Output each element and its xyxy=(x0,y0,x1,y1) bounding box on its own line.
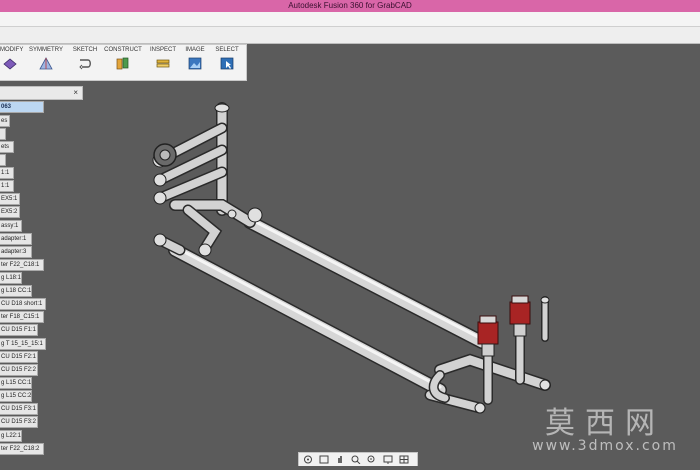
tree-item[interactable]: ter F22_C18:1 xyxy=(0,259,44,271)
toolbar-sketch[interactable]: SKETCH xyxy=(70,47,100,78)
toolbar-symmetry-label: SYMMETRY xyxy=(29,47,63,53)
toolbar-image[interactable]: IMAGE xyxy=(182,47,208,78)
close-icon[interactable]: × xyxy=(73,87,78,99)
tree-item[interactable]: 1:1 xyxy=(0,167,14,179)
tree-item[interactable] xyxy=(0,128,6,140)
browser-panel-header: × xyxy=(0,86,83,100)
tree-item[interactable]: CU D15 F2:1 xyxy=(0,351,38,363)
toolbar-sketch-label: SKETCH xyxy=(72,47,98,53)
zoom-icon[interactable] xyxy=(351,455,361,464)
ribbon-toolbar: MODIFY SYMMETRY SKETCH CONSTRUCT INSPECT… xyxy=(0,44,247,81)
tree-item-root[interactable]: 063 xyxy=(0,101,44,113)
tree-item[interactable]: CU D15 F3:1 xyxy=(0,403,38,415)
fit-icon[interactable] xyxy=(367,455,377,464)
modify-icon xyxy=(3,58,17,70)
sketch-icon xyxy=(79,59,91,70)
tree-item[interactable]: g L18 CC:1 xyxy=(0,285,32,297)
tree-item[interactable]: g L22:1 xyxy=(0,430,22,442)
toolbar-construct[interactable]: CONSTRUCT xyxy=(104,47,142,78)
title-bar: Autodesk Fusion 360 for GrabCAD xyxy=(0,0,700,12)
tree-item[interactable]: adapter:1 xyxy=(0,233,32,245)
tree-item[interactable]: EX5:1 xyxy=(0,193,20,205)
tree-item[interactable]: assy:1 xyxy=(0,220,22,232)
symmetry-icon xyxy=(39,57,53,70)
grid-settings-icon[interactable] xyxy=(399,455,409,464)
application-bar xyxy=(0,27,700,44)
tree-item[interactable]: EX5:2 xyxy=(0,206,20,218)
tree-item[interactable]: CU D15 F3:2 xyxy=(0,416,38,428)
toolbar-modify-label: MODIFY xyxy=(0,47,24,53)
toolbar-modify[interactable]: MODIFY xyxy=(0,47,24,78)
toolbar-image-label: IMAGE xyxy=(185,47,205,53)
tree-item[interactable]: ets xyxy=(0,141,14,153)
inspect-icon xyxy=(156,59,170,68)
tree-item[interactable]: adapter:3 xyxy=(0,246,32,258)
window-title: Autodesk Fusion 360 for GrabCAD xyxy=(288,1,412,10)
toolbar-select-label: SELECT xyxy=(215,47,239,53)
tree-item[interactable] xyxy=(0,154,6,166)
watermark-logo-text: 莫西网 xyxy=(545,406,665,441)
tree-item[interactable]: g L18:1 xyxy=(0,272,22,284)
tree-item[interactable]: ter F22_C18:2 xyxy=(0,443,44,455)
tree-item[interactable]: ter F18_C15:1 xyxy=(0,311,44,323)
toolbar-select[interactable]: SELECT xyxy=(212,47,242,78)
image-icon xyxy=(188,57,202,70)
tree-item[interactable]: es xyxy=(0,115,10,127)
construct-icon xyxy=(116,57,129,70)
tree-item[interactable]: CU D15 F2:2 xyxy=(0,364,38,376)
tree-item[interactable]: 1:1 xyxy=(0,180,14,192)
watermark-url: www.3dmox.com xyxy=(532,438,678,454)
navigation-bar xyxy=(298,452,418,466)
toolbar-construct-label: CONSTRUCT xyxy=(104,47,142,53)
pan-icon[interactable] xyxy=(335,455,345,464)
tab-strip xyxy=(0,12,700,27)
toolbar-inspect[interactable]: INSPECT xyxy=(148,47,178,78)
tree-item[interactable]: g L15 CC:2 xyxy=(0,390,32,402)
look-at-icon[interactable] xyxy=(319,455,329,464)
tree-item[interactable]: g L15 CC:1 xyxy=(0,377,32,389)
display-settings-icon[interactable] xyxy=(383,455,393,464)
orbit-icon[interactable] xyxy=(303,455,313,464)
tree-item[interactable]: CU D18 short:1 xyxy=(0,298,46,310)
select-icon xyxy=(220,57,234,70)
toolbar-symmetry[interactable]: SYMMETRY xyxy=(26,47,66,78)
tree-item[interactable]: CU D15 F1:1 xyxy=(0,324,38,336)
tree-item[interactable]: g T 15_15_15:1 xyxy=(0,338,46,350)
watermark: 莫西网 www.3dmox.com xyxy=(520,398,690,460)
toolbar-inspect-label: INSPECT xyxy=(149,47,176,53)
